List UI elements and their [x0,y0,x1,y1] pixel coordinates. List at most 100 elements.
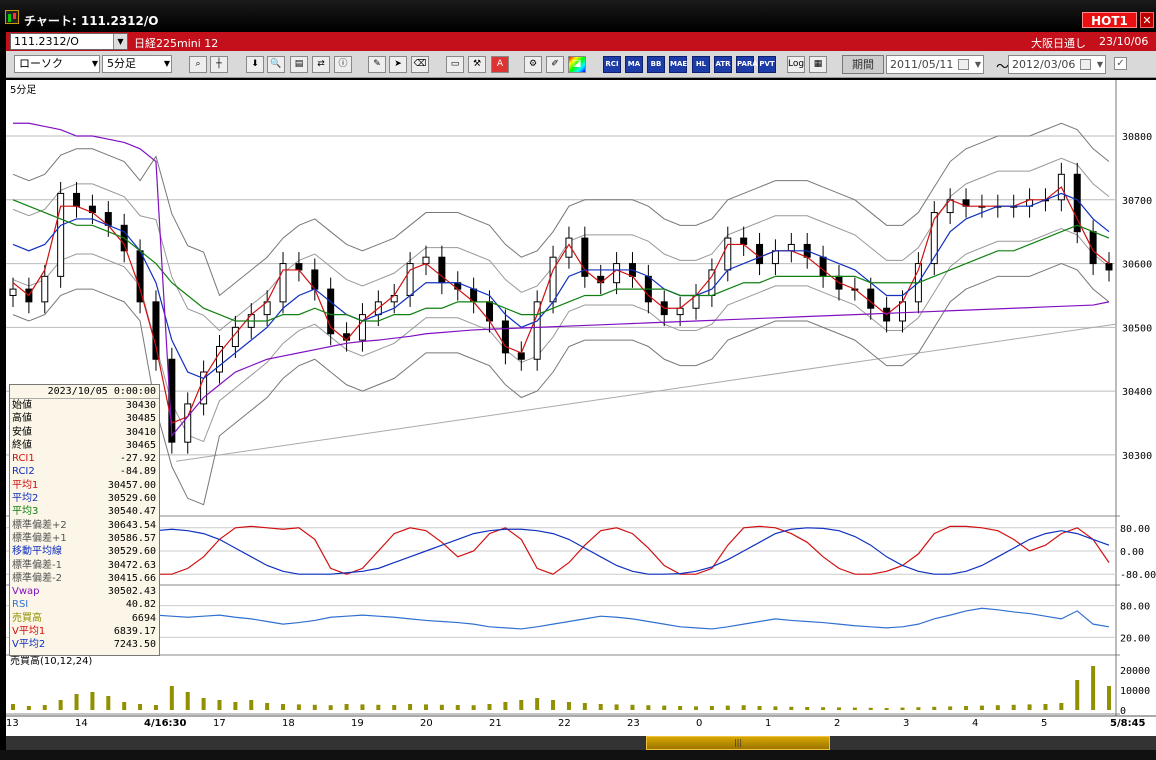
volume-bar [11,704,15,710]
volume-bar [646,705,651,710]
volume-bar [90,692,95,710]
chart-type-select[interactable]: ローソク ▼ [14,55,100,73]
symbol-select[interactable]: 111.2312/O ▼ [10,33,128,50]
close-icon[interactable]: ✕ [1140,12,1154,28]
chevron-down-icon[interactable]: ▼ [113,34,127,49]
info-value: 30465 [125,439,156,451]
candle-body [279,263,287,303]
indicator-mae-button[interactable]: MAE [669,56,687,73]
volume-bar [58,700,63,710]
price-tick-label: 30800 [1122,132,1152,143]
info-value: 30586.57 [107,532,156,544]
info-icon[interactable]: ⓘ [334,56,352,73]
info-label: 始値 [12,400,32,411]
volume-bar [249,700,254,710]
indicator-bb-button[interactable]: BB [647,56,665,73]
volume-bar [1075,680,1080,710]
volume-bar [185,692,190,710]
title-bar: チャート: 111.2312/O HOT1 ✕ [0,0,1156,31]
volume-bar [1043,704,1048,710]
info-value: 30643.54 [107,519,156,531]
chevron-down-icon[interactable]: ▼ [975,56,981,73]
x-tick-label: 4 [972,718,978,729]
x-tick-label: 21 [489,718,502,729]
chart-type-value: ローソク [19,57,63,70]
volume-bar [1107,686,1111,710]
chart-area[interactable]: 30800 30700 30600 30500 30400 30300 80.00 0.00 -… [6,80,1156,736]
all-icon[interactable]: A [491,56,509,73]
settings-icon[interactable]: ⚙ [524,56,542,73]
swap-icon[interactable]: ⇄ [312,56,330,73]
window-title: チャート: 111.2312/O [24,14,159,28]
indicator-hl-button[interactable]: HL [692,56,710,73]
info-value: 40.82 [125,599,156,611]
tool-icon[interactable]: ⚒ [468,56,486,73]
indicator-para-button[interactable]: PARA [736,56,758,73]
volume-bar [423,704,428,710]
interval-value: 5分足 [107,57,136,70]
volume-bar [265,703,270,710]
info-value: 6694 [131,612,156,624]
info-label: 売買高 [12,612,42,624]
band-line [12,122,1110,297]
download-icon[interactable]: ⬇ [246,56,264,73]
date-from-input[interactable]: 2011/05/11 ▼ [886,55,984,74]
brush-icon[interactable]: ✐ [546,56,564,73]
candle-body [676,307,684,316]
price-chart[interactable]: 30800 30700 30600 30500 30400 30300 80.00 0.00 -… [6,80,1156,736]
volume-bar [836,707,841,710]
interval-select[interactable]: 5分足 ▼ [102,55,172,73]
crosshair-icon[interactable]: ┼ [210,56,228,73]
info-row: RCI2 -84.89 [10,465,159,478]
trend-line [175,323,1117,462]
info-label: RCI1 [12,453,35,465]
volume-tick-label: 0 [1120,706,1126,717]
volume-bar [535,698,540,710]
band-line [12,263,1110,506]
volume-bar [1059,703,1064,710]
indicator-ma-button[interactable]: MA [625,56,643,73]
candle-body [152,301,160,360]
volume-bar [566,702,571,710]
period-button[interactable]: 期間 [842,55,884,74]
frame-icon[interactable]: ▭ [446,56,464,73]
price-tick-label: 30500 [1122,323,1152,334]
palette-icon[interactable]: ◪ [568,56,586,73]
chart-icon[interactable]: ▤ [290,56,308,73]
candle-body [358,314,366,341]
x-tick-label: 0 [696,718,702,729]
indicator-pvt-button[interactable]: PVT [758,56,776,73]
volume-bar [455,705,460,710]
osc-tick-label: 80.00 [1120,524,1150,535]
oscillator-line [12,525,1110,575]
horizontal-scrollbar[interactable]: ||| [6,736,1156,750]
series-line-平均2 [12,192,1110,380]
chart-interval-label: 5分足 [10,84,36,96]
apply-checkbox[interactable]: ✓ [1114,57,1127,70]
volume-bar [678,706,683,710]
search-icon[interactable]: 🔍 [267,56,285,73]
info-row: RSI 40.82 [10,598,159,611]
volume-bar [201,698,206,710]
chart-window-icon[interactable]: ▦ [809,56,827,73]
info-row: 高値 30485 [10,412,159,425]
date-to-checkbox[interactable] [1080,59,1091,70]
hot1-button[interactable]: HOT1 [1082,12,1137,28]
pen-icon[interactable]: ✎ [368,56,386,73]
eraser-icon[interactable]: ⌫ [411,56,429,73]
candle-body [184,403,192,443]
chevron-down-icon[interactable]: ▼ [1097,56,1103,73]
pointer-icon[interactable]: ➤ [389,56,407,73]
zoom-icon[interactable]: ⌕ [189,56,207,73]
date-from-checkbox[interactable] [958,59,969,70]
info-row: 標準偏差-1 30472.63 [10,559,159,572]
candle-body [41,275,49,303]
log-button[interactable]: Log [787,56,805,73]
candle-body [438,256,446,284]
date-to-input[interactable]: 2012/03/06 ▼ [1008,55,1106,74]
indicator-atr-button[interactable]: ATR [714,56,732,73]
indicator-rci-button[interactable]: RCI [603,56,621,73]
chevron-down-icon: ▼ [91,59,98,68]
volume-bar [42,705,47,710]
scrollbar-thumb[interactable]: ||| [646,736,830,750]
